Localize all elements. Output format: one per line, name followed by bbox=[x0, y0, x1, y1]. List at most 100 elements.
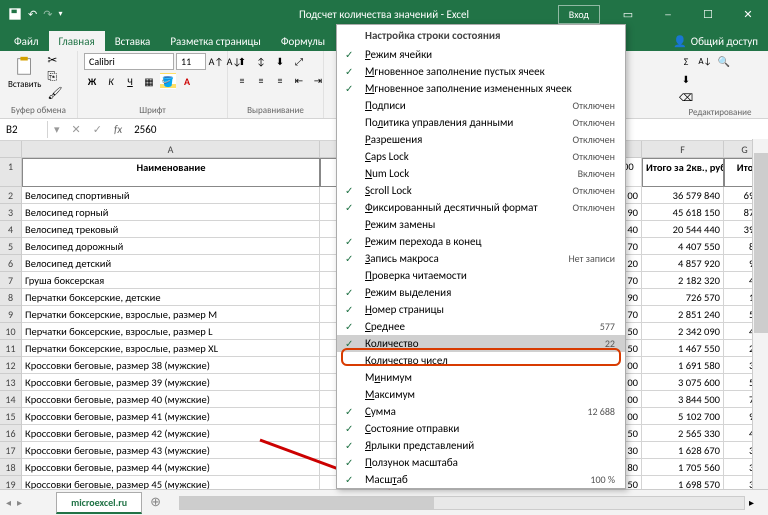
login-button[interactable]: Вход bbox=[558, 5, 600, 24]
row-header[interactable]: 10 bbox=[0, 323, 21, 340]
maximize-button[interactable]: ☐ bbox=[688, 0, 728, 28]
grow-font-icon[interactable]: A↑ bbox=[208, 54, 224, 70]
cell[interactable]: Велосипед горный bbox=[22, 204, 320, 221]
align-left-icon[interactable]: ≡ bbox=[234, 72, 250, 88]
row-header[interactable]: 13 bbox=[0, 374, 21, 391]
context-menu-item[interactable]: ✓ Режим перехода в конец bbox=[337, 233, 625, 250]
row-header[interactable]: 8 bbox=[0, 289, 21, 306]
vertical-scrollbar[interactable] bbox=[752, 139, 768, 489]
cell[interactable]: Кроссовки беговые, размер 41 (мужские) bbox=[22, 408, 320, 425]
context-menu-item[interactable]: Минимум bbox=[337, 369, 625, 386]
context-menu-item[interactable]: Максимум bbox=[337, 386, 625, 403]
cell[interactable]: 1 691 580 bbox=[642, 357, 724, 374]
cell[interactable]: 726 570 bbox=[642, 289, 724, 306]
cell[interactable]: 3 844 500 bbox=[642, 391, 724, 408]
add-sheet-button[interactable]: ⊕ bbox=[142, 495, 169, 510]
context-menu-item[interactable]: ✓ Сумма 12 688 bbox=[337, 403, 625, 420]
sheet-tab[interactable]: microexcel.ru bbox=[56, 492, 142, 514]
context-menu-item[interactable]: ✓ Масштаб 100 % bbox=[337, 471, 625, 488]
context-menu-item[interactable]: ✓ Режим выделения bbox=[337, 284, 625, 301]
cell[interactable]: 45 618 150 bbox=[642, 204, 724, 221]
row-header[interactable]: 15 bbox=[0, 408, 21, 425]
orientation-icon[interactable]: ⤢ bbox=[291, 53, 307, 69]
row-header[interactable]: 3 bbox=[0, 204, 21, 221]
borders-icon[interactable]: ▦ bbox=[141, 73, 157, 89]
row-header[interactable]: 9 bbox=[0, 306, 21, 323]
autosum-icon[interactable]: Σ bbox=[678, 53, 694, 69]
cell[interactable]: 5 102 700 bbox=[642, 408, 724, 425]
cut-icon[interactable]: ✂ bbox=[47, 53, 62, 68]
sort-asc-icon[interactable]: A↓ bbox=[697, 53, 713, 69]
cell[interactable]: Груша боксерская bbox=[22, 272, 320, 289]
fill-icon[interactable]: ⬇ bbox=[678, 71, 694, 87]
clear-icon[interactable]: ⌫ bbox=[678, 89, 694, 105]
cell[interactable]: 4 857 920 bbox=[642, 255, 724, 272]
cell[interactable]: 2 565 330 bbox=[642, 425, 724, 442]
header-cell[interactable]: Итого за 2кв., руб. bbox=[642, 158, 724, 187]
minimize-button[interactable]: ─ bbox=[648, 0, 688, 28]
scroll-right-icon[interactable]: ▸ bbox=[745, 496, 758, 509]
context-menu-item[interactable]: ✓ Состояние отправки bbox=[337, 420, 625, 437]
cell[interactable]: Перчатки боксерские, взрослые, размер M bbox=[22, 306, 320, 323]
cell[interactable]: 3 075 600 bbox=[642, 374, 724, 391]
context-menu-item[interactable]: ✓ Мгновенное заполнение пустых ячеек bbox=[337, 63, 625, 80]
font-size-select[interactable]: 11 bbox=[176, 53, 206, 70]
context-menu-item[interactable]: Политика управления данными Отключен bbox=[337, 114, 625, 131]
cell[interactable]: Кроссовки беговые, размер 39 (мужские) bbox=[22, 374, 320, 391]
enter-formula-icon[interactable]: ✓ bbox=[87, 119, 108, 140]
cell[interactable]: 36 579 840 bbox=[642, 187, 724, 204]
cell[interactable]: Велосипед дорожный bbox=[22, 238, 320, 255]
context-menu-item[interactable]: Num Lock Включен bbox=[337, 165, 625, 182]
italic-button[interactable]: К bbox=[103, 73, 119, 89]
fill-color-icon[interactable]: 🪣 bbox=[160, 73, 176, 89]
font-name-select[interactable]: Calibri bbox=[84, 53, 174, 70]
context-menu-item[interactable]: Режим замены bbox=[337, 216, 625, 233]
paste-button[interactable]: Вставить bbox=[6, 53, 43, 92]
find-icon[interactable]: 🔍 bbox=[716, 53, 732, 69]
indent-dec-icon[interactable]: ⇤ bbox=[291, 72, 307, 88]
context-menu-item[interactable]: ✓ Фиксированный десятичный формат Отключ… bbox=[337, 199, 625, 216]
select-all-corner[interactable] bbox=[0, 141, 22, 158]
row-header[interactable]: 7 bbox=[0, 272, 21, 289]
context-menu-item[interactable]: ✓ Запись макроса Нет записи bbox=[337, 250, 625, 267]
bold-button[interactable]: Ж bbox=[84, 73, 100, 89]
tab-layout[interactable]: Разметка страницы bbox=[160, 31, 271, 51]
row-header[interactable]: 6 bbox=[0, 255, 21, 272]
cell[interactable]: 4 407 550 bbox=[642, 238, 724, 255]
redo-icon[interactable]: ↷ bbox=[43, 8, 52, 21]
context-menu-item[interactable]: Проверка читаемости bbox=[337, 267, 625, 284]
cell[interactable]: 1 705 560 bbox=[642, 459, 724, 476]
copy-icon[interactable]: ⎘ bbox=[47, 70, 62, 84]
cell[interactable]: Велосипед детский bbox=[22, 255, 320, 272]
name-box-dropdown[interactable]: ▾ bbox=[48, 119, 66, 140]
cell[interactable]: 1 467 550 bbox=[642, 340, 724, 357]
align-right-icon[interactable]: ≡ bbox=[272, 72, 288, 88]
cell[interactable]: Перчатки боксерские, детские bbox=[22, 289, 320, 306]
cell[interactable]: Велосипед трековый bbox=[22, 221, 320, 238]
row-header[interactable]: 4 bbox=[0, 221, 21, 238]
close-button[interactable]: ✕ bbox=[728, 0, 768, 28]
format-painter-icon[interactable]: 🖌 bbox=[47, 86, 62, 101]
row-header[interactable]: 16 bbox=[0, 425, 21, 442]
header-cell[interactable]: Наименование bbox=[22, 158, 320, 187]
tab-file[interactable]: Файл bbox=[4, 31, 49, 51]
align-bot-icon[interactable]: ⬇ bbox=[272, 53, 288, 69]
context-menu-item[interactable]: Разрешения Отключен bbox=[337, 131, 625, 148]
save-icon[interactable] bbox=[8, 7, 22, 21]
context-menu-item[interactable]: Подписи Отключен bbox=[337, 97, 625, 114]
cell[interactable]: 1 628 670 bbox=[642, 442, 724, 459]
align-top-icon[interactable]: ⬆ bbox=[234, 53, 250, 69]
cell[interactable]: Перчатки боксерские, взрослые, размер XL bbox=[22, 340, 320, 357]
qat-more-icon[interactable]: ▾ bbox=[58, 9, 62, 19]
col-header-a[interactable]: A bbox=[22, 141, 320, 158]
row-header[interactable]: 12 bbox=[0, 357, 21, 374]
cell[interactable]: 2 182 320 bbox=[642, 272, 724, 289]
row-header[interactable]: 14 bbox=[0, 391, 21, 408]
context-menu-item[interactable]: ✓ Scroll Lock Отключен bbox=[337, 182, 625, 199]
cell[interactable]: Кроссовки беговые, размер 40 (мужские) bbox=[22, 391, 320, 408]
align-mid-icon[interactable]: ↕ bbox=[253, 53, 269, 69]
row-header[interactable]: 17 bbox=[0, 442, 21, 459]
align-center-icon[interactable]: ≡ bbox=[253, 72, 269, 88]
context-menu-item[interactable]: ✓ Ползунок масштаба bbox=[337, 454, 625, 471]
name-box[interactable]: B2 bbox=[0, 121, 48, 138]
